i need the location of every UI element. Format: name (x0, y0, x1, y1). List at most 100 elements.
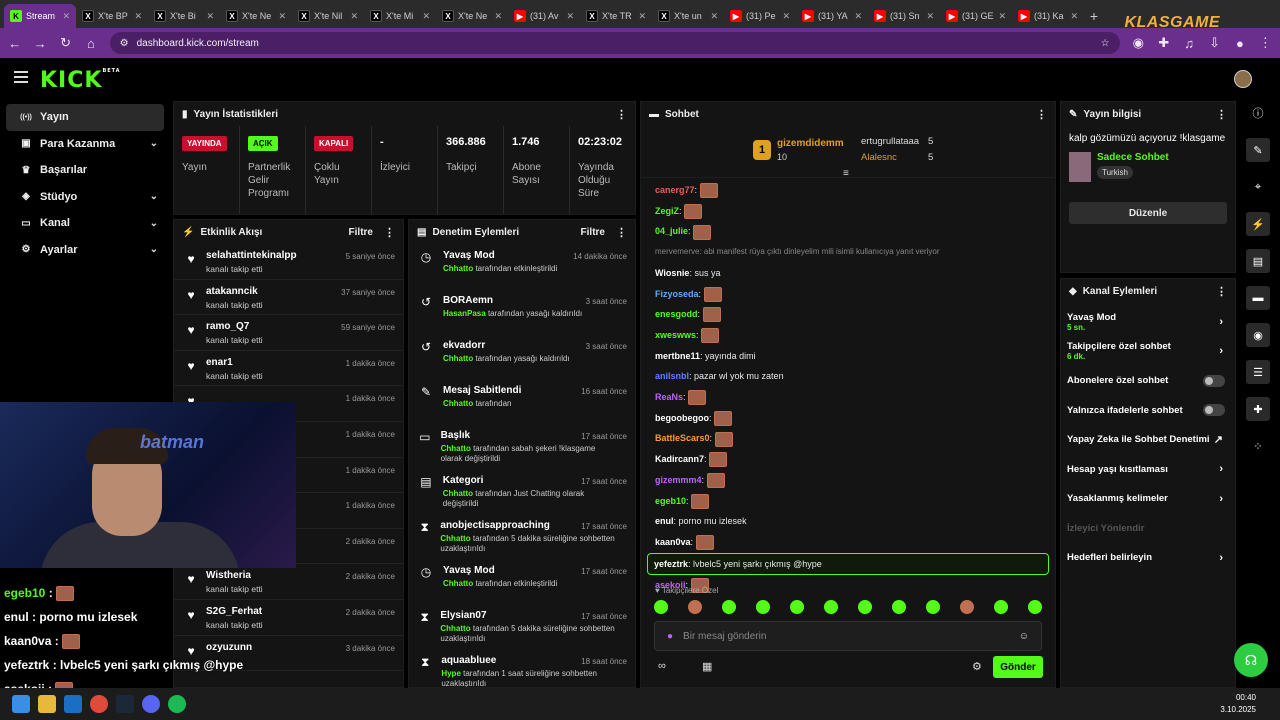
extension-icon[interactable]: ◉ (1132, 35, 1145, 51)
quick-emote-icon[interactable] (688, 600, 702, 614)
category-name[interactable]: Sadece Sohbet (1097, 152, 1169, 163)
system-clock[interactable]: 00:40 3.10.2025 (1220, 692, 1256, 716)
moderation-kebab-icon[interactable]: ⋮ (616, 226, 627, 239)
chat-username[interactable]: anilsnbl (655, 371, 689, 381)
quick-emote-icon[interactable] (1028, 600, 1042, 614)
moderator-name[interactable]: Hype (441, 669, 461, 678)
mic-icon[interactable]: ● (667, 631, 673, 642)
notes-icon[interactable]: ▤ (1246, 249, 1270, 273)
sidebar-item[interactable]: ◈ Stüdyo ⌄ (6, 184, 164, 211)
browser-tab[interactable]: X X'te TR ✕ (580, 4, 652, 28)
sidebar-item[interactable]: ((•)) Yayın (6, 104, 164, 131)
browser-tab[interactable]: ▶ (31) GE ✕ (940, 4, 1012, 28)
channel-action-row[interactable]: Yapay Zeka ile Sohbet Denetimi ↗ (1061, 425, 1235, 455)
tab-close-icon[interactable]: ✕ (278, 11, 286, 22)
chat-username[interactable]: canerg77 (655, 185, 695, 195)
sidebar-item[interactable]: ♛ Başarılar (6, 157, 164, 184)
moderation-filter-button[interactable]: Filtre (581, 227, 605, 238)
outlook-icon[interactable] (64, 695, 82, 713)
channel-action-row[interactable]: Hesap yaşı kısıtlaması › (1061, 455, 1235, 485)
browser-tab[interactable]: ▶ (31) YA ✕ (796, 4, 868, 28)
focus-icon[interactable]: ⌖ (1246, 175, 1270, 199)
moderation-target[interactable]: Mesaj Sabitlendi (443, 385, 521, 396)
browser-tab[interactable]: ▶ (31) Sn ✕ (868, 4, 940, 28)
quick-emote-icon[interactable] (824, 600, 838, 614)
channel-action-row[interactable]: Abonelere özel sohbet (1061, 366, 1235, 396)
channel-action-row[interactable]: Yasaklanmış kelimeler › (1061, 484, 1235, 514)
top-gifter-first[interactable]: gizemdidemm (777, 138, 844, 149)
sidebar-item[interactable]: ⚙ Ayarlar ⌄ (6, 237, 164, 264)
stats-kebab-icon[interactable]: ⋮ (616, 108, 627, 121)
moderation-target[interactable]: Yavaş Mod (443, 565, 565, 576)
quick-emote-icon[interactable] (654, 600, 668, 614)
menu-icon[interactable]: ⋮ (1259, 35, 1272, 51)
moderator-name[interactable]: Chhatto (443, 579, 473, 588)
channel-action-row[interactable]: Hedefleri belirleyin › (1061, 543, 1235, 573)
moderator-name[interactable]: Chhatto (443, 399, 473, 408)
chat-username[interactable]: gizemmm4 (655, 475, 702, 485)
browser-tab[interactable]: X X'te BP ✕ (76, 4, 148, 28)
tab-close-icon[interactable]: ✕ (782, 11, 790, 22)
chat-username[interactable]: egeb10 (655, 496, 686, 506)
channel-action-row[interactable]: Yavaş Mod 5 sn. › (1061, 307, 1235, 337)
chat-username[interactable]: 04_julie (655, 226, 688, 236)
browser-tab[interactable]: X X'te Bi ✕ (148, 4, 220, 28)
quick-emote-icon[interactable] (858, 600, 872, 614)
toggle-switch[interactable] (1203, 374, 1225, 387)
puzzle-icon[interactable]: ✚ (1157, 35, 1170, 51)
store-icon[interactable]: ▦ (702, 660, 712, 673)
send-button[interactable]: Gönder (993, 656, 1043, 678)
quick-emote-icon[interactable] (892, 600, 906, 614)
moderation-target[interactable]: Yavaş Mod (443, 250, 565, 261)
tab-close-icon[interactable]: ✕ (206, 11, 214, 22)
tab-close-icon[interactable]: ✕ (62, 11, 70, 22)
bookmark-star-icon[interactable]: ☆ (1101, 38, 1110, 49)
chat-username[interactable]: mertbne11 (655, 351, 700, 361)
moderator-name[interactable]: HasanPasa (443, 309, 486, 318)
browser-tab[interactable]: ▶ (31) Av ✕ (508, 4, 580, 28)
chat-username[interactable]: Fizyoseda (655, 289, 699, 299)
browser-tab[interactable]: X X'te Ne ✕ (436, 4, 508, 28)
follower-name[interactable]: ozyuzunn (206, 642, 252, 653)
top-gifter-second[interactable]: ertugrullataaa (861, 136, 919, 147)
channel-action-row[interactable]: Yalnızca ifadelerle sohbet (1061, 396, 1235, 426)
chat-username[interactable]: enesgodd (655, 309, 698, 319)
tab-close-icon[interactable]: ✕ (350, 11, 358, 22)
activity-filter-button[interactable]: Filtre (349, 227, 373, 238)
follower-name[interactable]: selahattintekinalpp (206, 250, 297, 261)
quick-emote-icon[interactable] (994, 600, 1008, 614)
quick-emote-icon[interactable] (722, 600, 736, 614)
follower-name[interactable]: S2G_Ferhat (206, 606, 263, 617)
tools-icon[interactable]: ✚ (1246, 397, 1270, 421)
tab-close-icon[interactable]: ✕ (710, 11, 718, 22)
profile-icon[interactable]: ● (1233, 36, 1246, 51)
file-explorer-icon[interactable] (38, 695, 56, 713)
chat-username[interactable]: ZegiZ (655, 206, 679, 216)
follower-name[interactable]: ramo_Q7 (206, 321, 263, 332)
user-avatar[interactable] (1234, 70, 1252, 88)
follower-name[interactable]: atakanncik (206, 286, 263, 297)
windows-start-icon[interactable] (12, 695, 30, 713)
message-icon[interactable]: ▬ (1246, 286, 1270, 310)
chat-username[interactable]: enul (655, 516, 674, 526)
url-field[interactable]: ⚙ dashboard.kick.com/stream ☆ (109, 32, 1120, 54)
kick-logo[interactable]: KICKBETA (40, 68, 121, 93)
follower-name[interactable]: Wistheria (206, 570, 263, 581)
chat-username[interactable]: Wiosnie (655, 268, 689, 278)
lightning-icon[interactable]: ⚡ (1246, 212, 1270, 236)
moderator-name[interactable]: Chhatto (441, 444, 471, 453)
tab-close-icon[interactable]: ✕ (494, 11, 502, 22)
quick-emote-icon[interactable] (926, 600, 940, 614)
browser-tab[interactable]: X X'te Mi ✕ (364, 4, 436, 28)
browser-tab[interactable]: ▶ (31) Pe ✕ (724, 4, 796, 28)
moderator-name[interactable]: Chhatto (443, 264, 473, 273)
chat-input[interactable]: ● Bir mesaj gönderin ☺ (654, 621, 1042, 651)
quick-emote-icon[interactable] (790, 600, 804, 614)
discord-icon[interactable] (142, 695, 160, 713)
tab-close-icon[interactable]: ✕ (1070, 11, 1078, 22)
media-icon[interactable]: ♫ (1182, 36, 1195, 51)
moderator-name[interactable]: Chhatto (440, 534, 470, 543)
browser-tab[interactable]: X X'te Ne ✕ (220, 4, 292, 28)
broadcast-icon[interactable]: ◉ (1246, 323, 1270, 347)
chat-username[interactable]: begoobegoo (655, 413, 709, 423)
